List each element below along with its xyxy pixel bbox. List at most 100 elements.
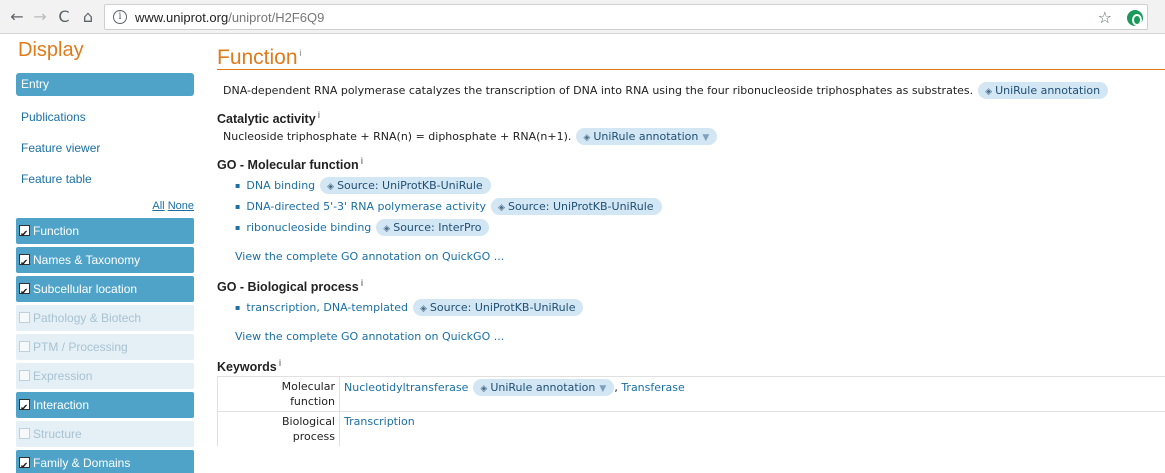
reload-icon[interactable]: C (55, 8, 73, 26)
bookmark-star-icon[interactable]: ☆ (1098, 8, 1112, 27)
browser-toolbar: ← → C ⌂ i www.uniprot.org/uniprot/H2F6Q9… (0, 0, 1165, 34)
category-line: function (290, 395, 335, 408)
home-icon[interactable]: ⌂ (79, 8, 97, 26)
heading-text: Catalytic activity (217, 112, 316, 127)
category-line: process (292, 430, 335, 443)
checkbox-unchecked-icon[interactable] (19, 312, 30, 323)
back-icon[interactable]: ← (8, 8, 26, 26)
table-row: Biological process Transcription (217, 411, 1165, 446)
go-biological-process-heading: GO - Biological process i (217, 272, 1165, 294)
go-term-link[interactable]: DNA binding (246, 179, 315, 192)
evidence-pill[interactable]: ◈ Source: UniProtKB-UniRule (412, 299, 584, 316)
section-toggle-ptm-processing[interactable]: PTM / Processing (16, 334, 194, 360)
heading-text: Keywords (217, 360, 277, 375)
sidebar-item-entry[interactable]: Entry (16, 73, 194, 96)
select-all-link[interactable]: All (152, 200, 164, 212)
chevron-down-icon: ▼ (702, 133, 710, 143)
section-toggle-expression[interactable]: Expression (16, 363, 194, 389)
keywords-heading: Keywords i (217, 352, 1165, 374)
keywords-table: Molecular function Nucleotidyltransferase… (217, 376, 1165, 446)
section-toggle-interaction[interactable]: Interaction (16, 392, 194, 422)
checkbox-checked-icon[interactable] (19, 280, 30, 306)
section-label: Function (33, 224, 80, 238)
evidence-pill-dropdown[interactable]: ◈ UniRule annotation ▼ (473, 379, 615, 396)
tag-icon: ◈ (985, 87, 993, 97)
section-label: Pathology & Biotech (33, 311, 142, 325)
info-superscript-icon[interactable]: i (300, 48, 302, 58)
pill-label: Source: UniProtKB-UniRule (429, 301, 576, 314)
address-bar[interactable]: i www.uniprot.org/uniprot/H2F6Q9 ☆ (104, 4, 1148, 30)
reaction-text: Nucleoside triphosphate + RNA(n) = dipho… (223, 130, 572, 143)
description-text: DNA-dependent RNA polymerase catalyzes t… (223, 84, 974, 97)
list-item: ribonucleoside binding ◈Source: InterPro (235, 217, 1165, 238)
keyword-link[interactable]: Transcription (344, 415, 415, 428)
checkbox-unchecked-icon[interactable] (19, 341, 30, 352)
section-toggle-subcellular-location[interactable]: Subcellular location (16, 276, 194, 306)
evidence-pill-dropdown[interactable]: ◈ UniRule annotation ▼ (576, 128, 718, 145)
quickgo-link-biological[interactable]: View the complete GO annotation on Quick… (235, 326, 1165, 348)
info-superscript-icon[interactable]: i (318, 110, 321, 120)
section-toggle-names-taxonomy[interactable]: Names & Taxonomy (16, 247, 194, 277)
section-toggle-structure[interactable]: Structure (16, 421, 194, 447)
chevron-down-icon: ▼ (599, 384, 607, 394)
evidence-pill[interactable]: ◈ Source: InterPro (376, 219, 490, 236)
section-label: PTM / Processing (33, 340, 128, 354)
tag-icon: ◈ (383, 224, 391, 234)
category-line: Biological (281, 415, 335, 428)
forward-icon[interactable]: → (31, 8, 49, 26)
section-label: Family & Domains (33, 456, 131, 470)
page-title-text: Function (217, 46, 298, 69)
list-item: DNA-directed 5'-3' RNA polymerase activi… (235, 196, 1165, 217)
evidence-pill[interactable]: ◈ UniRule annotation (978, 82, 1109, 99)
checkbox-checked-icon[interactable] (19, 454, 30, 473)
info-icon[interactable]: i (113, 10, 127, 24)
go-biological-list: transcription, DNA-templated ◈Source: Uni… (235, 297, 1165, 318)
sidebar-title: Display (18, 39, 84, 61)
evidence-pill[interactable]: ◈ Source: UniProtKB-UniRule (320, 177, 491, 194)
info-superscript-icon[interactable]: i (361, 278, 364, 288)
checkbox-unchecked-icon[interactable] (19, 428, 30, 439)
go-molecular-function-heading: GO - Molecular function i (217, 150, 1165, 172)
pill-label: Source: UniProtKB-UniRule (337, 179, 483, 192)
url-host: www.uniprot.org (135, 10, 229, 25)
tag-icon: ◈ (327, 182, 335, 192)
keyword-link[interactable]: Transferase (621, 381, 684, 394)
function-section: Function i DNA-dependent RNA polymerase c… (217, 38, 1165, 446)
keyword-link[interactable]: Nucleotidyltransferase (344, 381, 468, 394)
category-line: Molecular (281, 380, 335, 393)
go-term-link[interactable]: transcription, DNA-templated (246, 301, 408, 314)
tag-icon: ◈ (498, 203, 505, 213)
pill-label: UniRule annotation (995, 84, 1101, 97)
checkbox-checked-icon[interactable] (19, 222, 30, 248)
checkbox-checked-icon[interactable] (19, 396, 30, 422)
checkbox-unchecked-icon[interactable] (19, 370, 30, 381)
list-item: transcription, DNA-templated ◈Source: Uni… (235, 297, 1165, 318)
go-term-link[interactable]: DNA-directed 5'-3' RNA polymerase activi… (246, 200, 486, 213)
evidence-pill[interactable]: ◈ Source: UniProtKB-UniRule (491, 198, 662, 215)
sidebar-link-feature-table[interactable]: Feature table (21, 164, 194, 195)
catalytic-activity-heading: Catalytic activity i (217, 104, 1165, 126)
url-path: /uniprot/H2F6Q9 (228, 10, 325, 25)
all-none-toggle: All None (16, 200, 194, 215)
list-item: DNA binding ◈Source: UniProtKB-UniRule (235, 175, 1165, 196)
heading-text: GO - Biological process (217, 280, 359, 295)
tag-icon: ◈ (480, 384, 488, 394)
section-toggle-pathology-biotech[interactable]: Pathology & Biotech (16, 305, 194, 331)
keyword-values: Transcription (339, 411, 1165, 446)
quickgo-link-molecular[interactable]: View the complete GO annotation on Quick… (235, 246, 1165, 268)
select-none-link[interactable]: None (168, 200, 194, 212)
info-superscript-icon[interactable]: i (361, 156, 364, 166)
section-label: Subcellular location (33, 282, 138, 296)
section-toggle-family-domains[interactable]: Family & Domains (16, 450, 194, 473)
keyword-category: Molecular function (217, 376, 340, 412)
info-superscript-icon[interactable]: i (279, 358, 282, 368)
checkbox-checked-icon[interactable] (19, 251, 30, 277)
section-label: Structure (33, 427, 82, 441)
section-toggle-function[interactable]: Function (16, 218, 194, 248)
extension-icon[interactable] (1127, 10, 1143, 26)
sidebar-link-publications[interactable]: Publications (21, 102, 194, 133)
go-term-link[interactable]: ribonucleoside binding (246, 221, 371, 234)
pill-label: Source: UniProtKB-UniRule (507, 200, 654, 213)
url-text[interactable]: www.uniprot.org/uniprot/H2F6Q9 (135, 10, 324, 25)
sidebar-link-feature-viewer[interactable]: Feature viewer (21, 133, 194, 164)
